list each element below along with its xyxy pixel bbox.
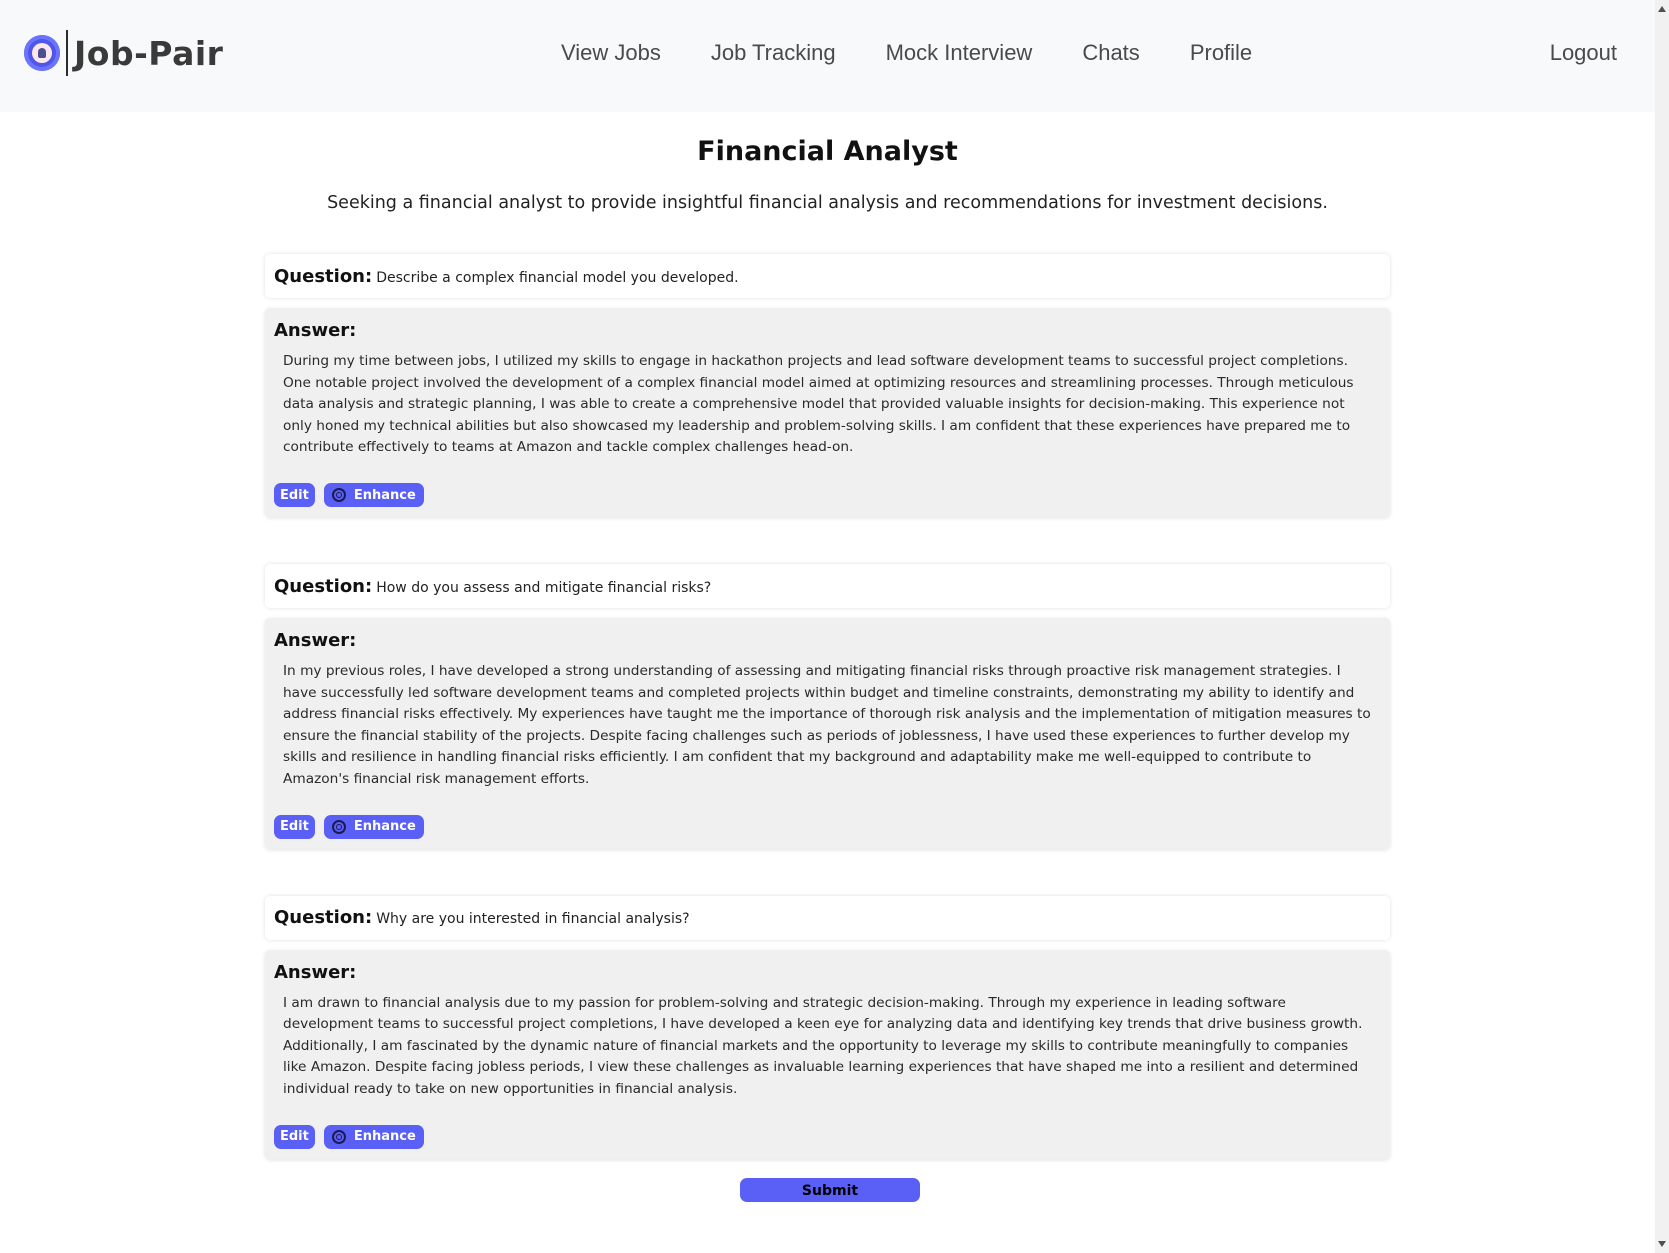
answer-card: Answer: I am drawn to financial analysis… [265, 949, 1390, 1159]
answer-card: Answer: In my previous roles, I have dev… [265, 618, 1390, 849]
qa-list: Question: Describe a complex financial m… [265, 254, 1390, 1206]
answer-actions: Edit Enhance [274, 1124, 1381, 1149]
question-card: Question: Describe a complex financial m… [265, 254, 1390, 298]
submit-button[interactable]: Submit [740, 1178, 920, 1202]
logout-link[interactable]: Logout [1550, 40, 1617, 66]
answer-text: I am drawn to financial analysis due to … [283, 994, 1363, 1097]
qa-item: Question: How do you assess and mitigate… [265, 564, 1390, 849]
openai-icon [331, 1129, 346, 1144]
qa-item: Question: Why are you interested in fina… [265, 895, 1390, 1159]
edit-button[interactable]: Edit [274, 814, 315, 839]
answer-text: In my previous roles, I have developed a… [283, 663, 1371, 787]
navbar: Job-Pair View Jobs Job Tracking Mock Int… [0, 0, 1655, 112]
brand[interactable]: Job-Pair [24, 30, 223, 76]
logo-icon [24, 35, 60, 71]
question-card: Question: How do you assess and mitigate… [265, 564, 1390, 608]
answer-label: Answer: [274, 320, 357, 341]
qa-item: Question: Describe a complex financial m… [265, 254, 1390, 517]
edit-button[interactable]: Edit [274, 1124, 315, 1149]
nav-job-tracking[interactable]: Job Tracking [711, 40, 836, 66]
enhance-button[interactable]: Enhance [323, 814, 424, 839]
question-label: Question: [274, 907, 373, 929]
enhance-button[interactable]: Enhance [323, 1124, 424, 1149]
question-text: Why are you interested in financial anal… [376, 911, 690, 928]
enhance-button[interactable]: Enhance [323, 483, 424, 507]
openai-icon [331, 819, 346, 834]
question-label: Question: [274, 575, 373, 597]
nav-profile[interactable]: Profile [1190, 40, 1252, 66]
answer-actions: Edit Enhance [274, 483, 1381, 507]
enhance-label: Enhance [353, 819, 416, 835]
question-card: Question: Why are you interested in fina… [265, 895, 1390, 940]
question-text: How do you assess and mitigate financial… [376, 579, 712, 596]
brand-divider [66, 30, 68, 76]
answer-label: Answer: [274, 630, 357, 651]
nav-mock-interview[interactable]: Mock Interview [886, 40, 1033, 66]
enhance-label: Enhance [353, 1129, 416, 1145]
answer-actions: Edit Enhance [274, 814, 1381, 839]
scroll-up-arrow-icon[interactable] [1658, 6, 1666, 12]
answer-label: Answer: [274, 961, 357, 983]
enhance-label: Enhance [353, 487, 416, 503]
openai-icon [331, 488, 346, 502]
nav-chats[interactable]: Chats [1082, 40, 1139, 66]
edit-button[interactable]: Edit [274, 483, 315, 507]
page-title: Financial Analyst [697, 136, 958, 167]
scroll-down-arrow-icon[interactable] [1658, 1241, 1666, 1247]
page-description: Seeking a financial analyst to provide i… [327, 193, 1328, 213]
nav-view-jobs[interactable]: View Jobs [561, 40, 661, 66]
question-text: Describe a complex financial model you d… [376, 269, 739, 286]
answer-text: During my time between jobs, I utilized … [283, 353, 1354, 456]
scrollbar[interactable] [1655, 0, 1669, 1253]
answer-card: Answer: During my time between jobs, I u… [265, 308, 1390, 517]
brand-name: Job-Pair [74, 33, 224, 73]
nav-links: View Jobs Job Tracking Mock Interview Ch… [561, 40, 1302, 66]
question-label: Question: [274, 265, 373, 287]
